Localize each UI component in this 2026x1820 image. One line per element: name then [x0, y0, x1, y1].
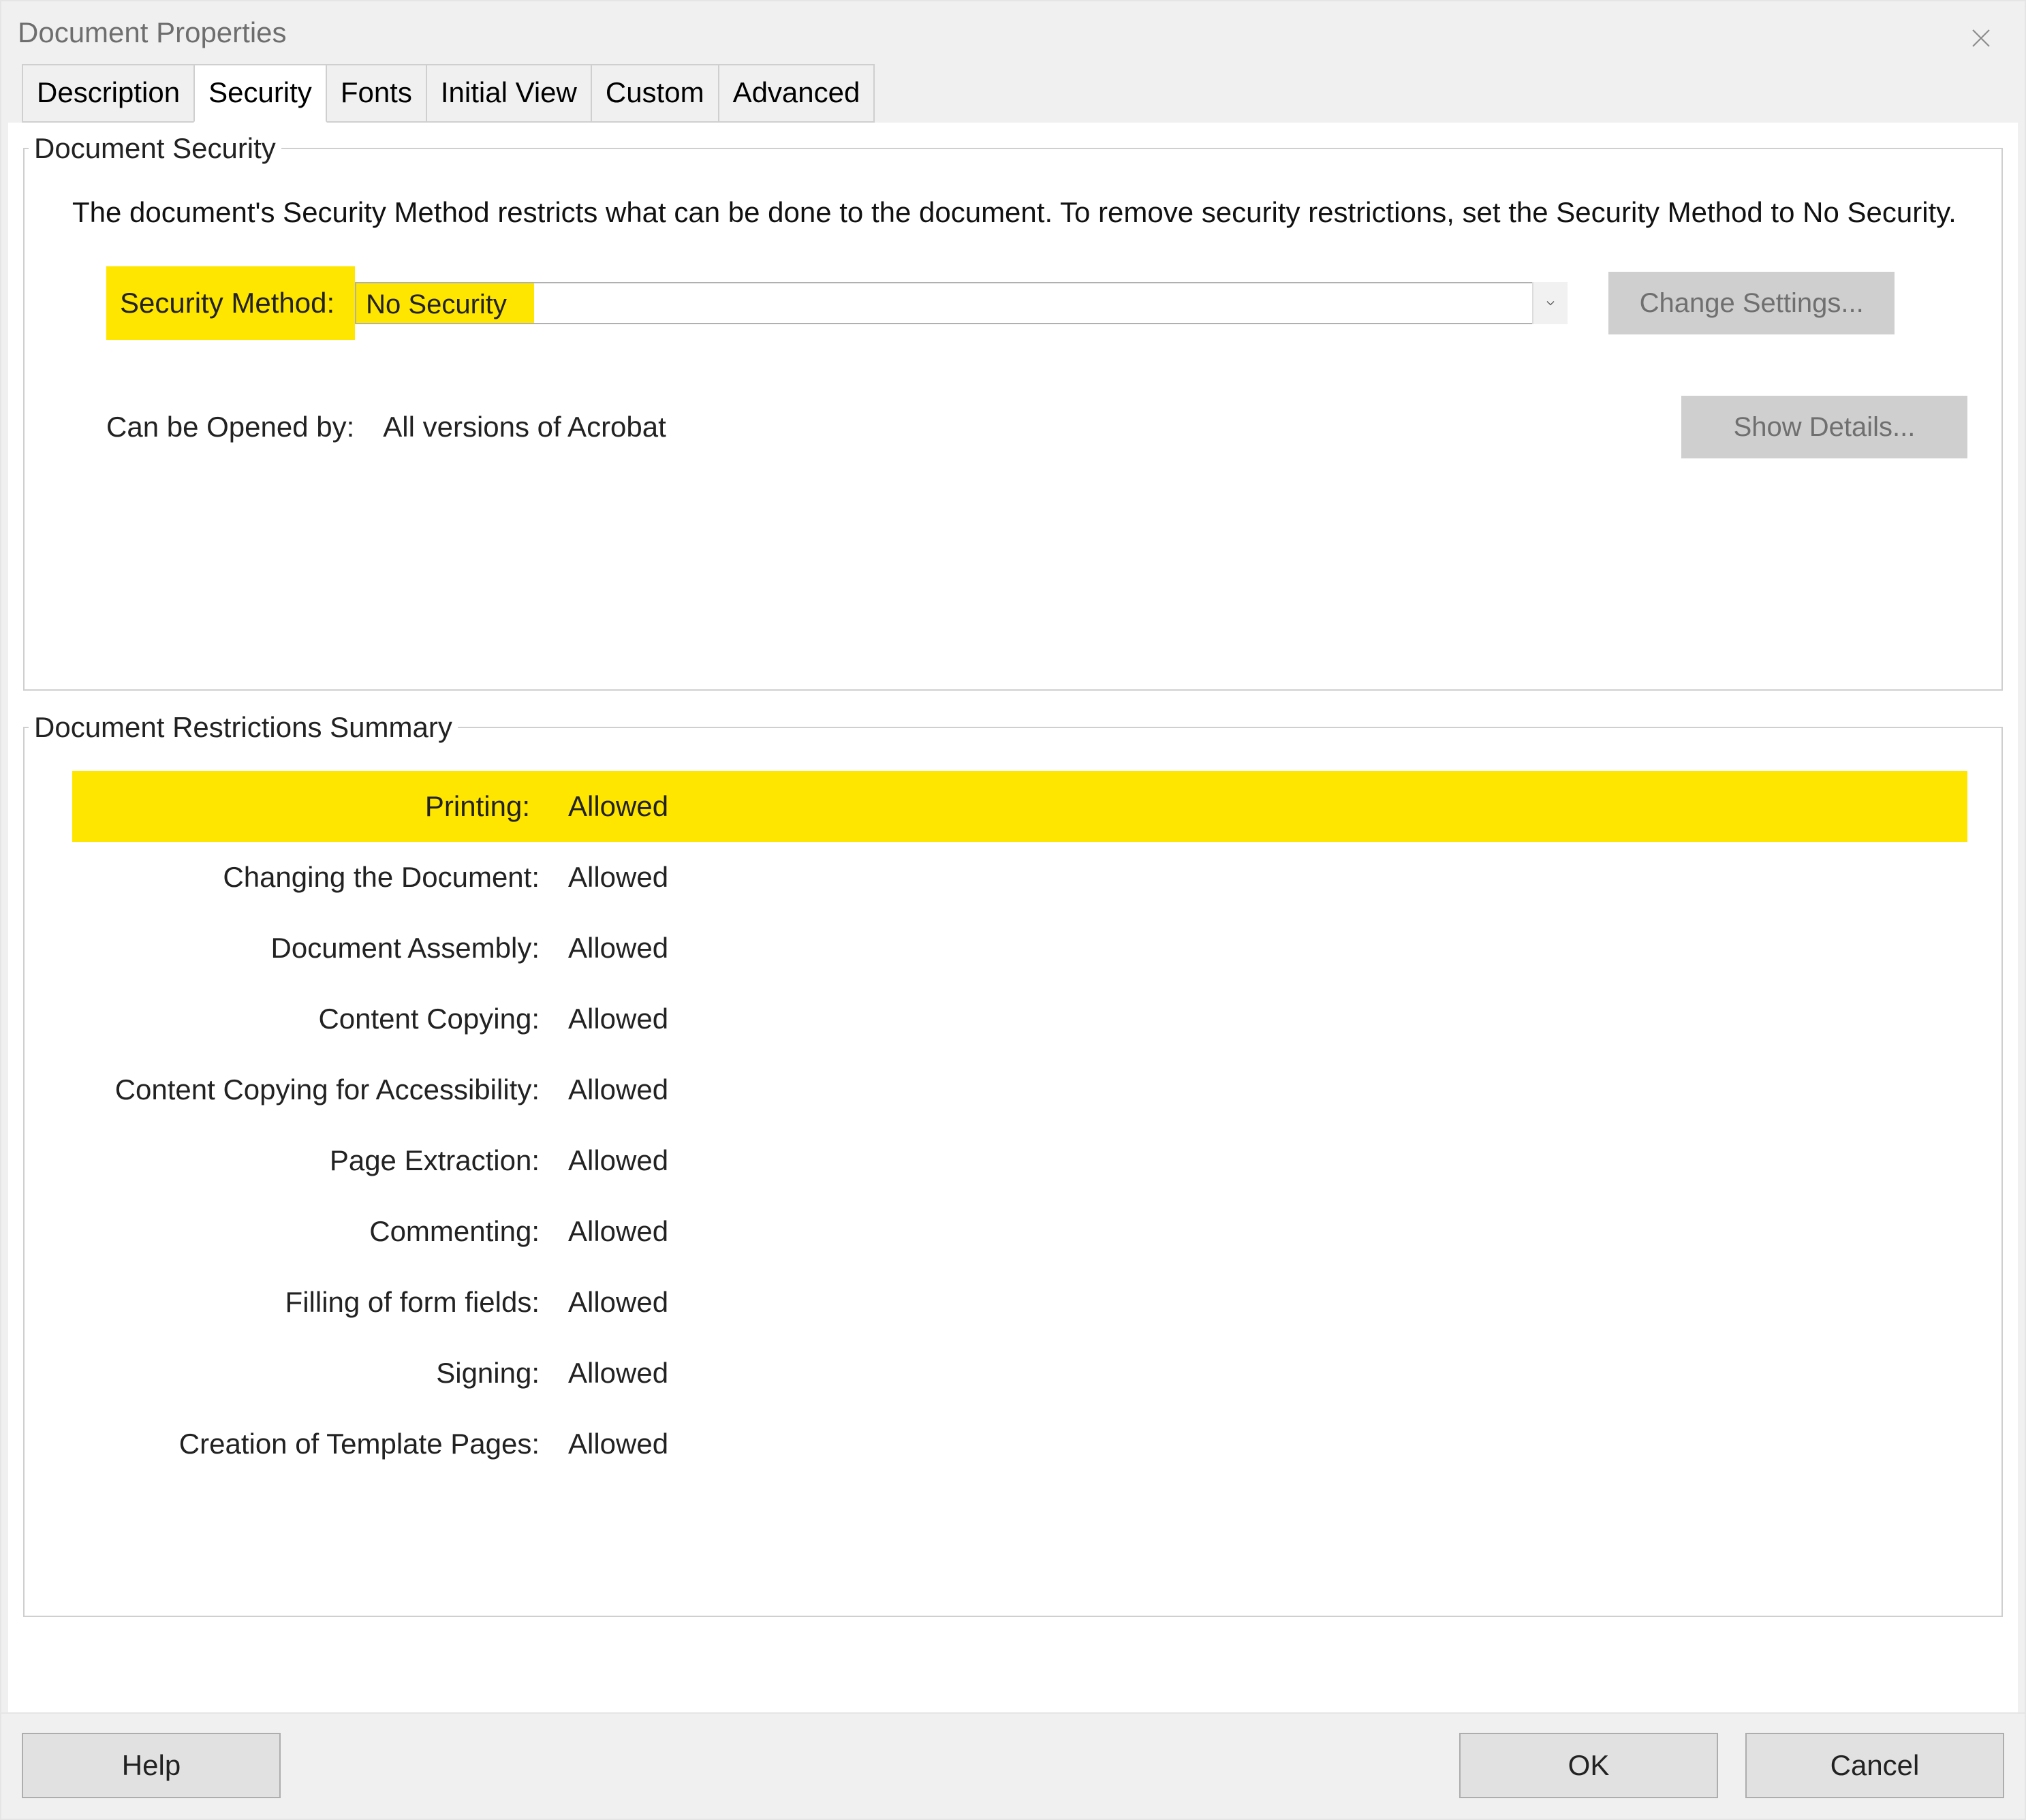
restriction-label: Creation of Template Pages: — [72, 1428, 549, 1460]
restriction-row: Filling of form fields:Allowed — [72, 1267, 1967, 1338]
restriction-value: Allowed — [549, 1286, 668, 1319]
restrictions-summary-legend: Document Restrictions Summary — [29, 711, 458, 744]
restriction-label: Printing: — [72, 778, 549, 835]
restriction-value: Allowed — [549, 1073, 668, 1106]
close-icon — [1969, 26, 1993, 50]
restriction-label: Filling of form fields: — [72, 1286, 549, 1319]
restriction-row: Commenting:Allowed — [72, 1196, 1967, 1267]
security-method-select[interactable]: No Security — [355, 282, 1568, 324]
ok-button[interactable]: OK — [1459, 1733, 1718, 1798]
close-button[interactable] — [1965, 22, 1997, 54]
restrictions-summary-group: Document Restrictions Summary Printing:A… — [23, 711, 2003, 1617]
dialog-footer: Help OK Cancel — [1, 1712, 2025, 1819]
restriction-value: Allowed — [549, 1357, 668, 1390]
tab-content: Document Security The document's Securit… — [8, 123, 2018, 1712]
restriction-row: Creation of Template Pages:Allowed — [72, 1409, 1967, 1479]
restriction-label: Changing the Document: — [72, 861, 549, 894]
dropdown-arrow[interactable] — [1532, 282, 1568, 324]
restriction-row: Content Copying:Allowed — [72, 984, 1967, 1054]
window-title: Document Properties — [18, 16, 287, 49]
restriction-value: Allowed — [549, 1003, 668, 1035]
chevron-down-icon — [1544, 296, 1557, 310]
tab-security[interactable]: Security — [193, 64, 327, 123]
restriction-label: Content Copying for Accessibility: — [72, 1073, 549, 1106]
tab-description[interactable]: Description — [22, 64, 195, 123]
restriction-value: Allowed — [549, 1428, 668, 1460]
security-method-label-highlight: Security Method: — [106, 266, 355, 340]
security-method-label: Security Method: — [120, 287, 334, 319]
opened-by-value: All versions of Acrobat — [383, 411, 666, 443]
security-method-value: No Security — [356, 283, 534, 323]
tab-initial-view[interactable]: Initial View — [426, 64, 592, 123]
restriction-label: Document Assembly: — [72, 932, 549, 964]
cancel-button[interactable]: Cancel — [1745, 1733, 2004, 1798]
restriction-label: Commenting: — [72, 1215, 549, 1248]
change-settings-button[interactable]: Change Settings... — [1608, 272, 1895, 334]
restriction-label: Signing: — [72, 1357, 549, 1390]
security-intro-text: The document's Security Method restricts… — [72, 191, 1967, 234]
restriction-row: Changing the Document:Allowed — [72, 842, 1967, 913]
tab-custom[interactable]: Custom — [591, 64, 719, 123]
restriction-row: Signing:Allowed — [72, 1338, 1967, 1409]
restriction-row: Page Extraction:Allowed — [72, 1125, 1967, 1196]
tab-fonts[interactable]: Fonts — [326, 64, 427, 123]
restriction-row: Document Assembly:Allowed — [72, 913, 1967, 984]
tab-strip: DescriptionSecurityFontsInitial ViewCust… — [1, 64, 2025, 123]
restriction-value: Allowed — [549, 1215, 668, 1248]
restriction-label: Page Extraction: — [72, 1144, 549, 1177]
restriction-row: Printing:Allowed — [72, 771, 1967, 842]
restriction-value: Allowed — [549, 861, 668, 894]
document-security-group: Document Security The document's Securit… — [23, 132, 2003, 691]
help-button[interactable]: Help — [22, 1733, 281, 1798]
restriction-value: Allowed — [549, 932, 668, 964]
opened-by-label: Can be Opened by: — [106, 411, 354, 443]
document-properties-dialog: Document Properties DescriptionSecurityF… — [0, 0, 2026, 1820]
titlebar: Document Properties — [1, 1, 2025, 64]
restriction-label: Content Copying: — [72, 1003, 549, 1035]
document-security-legend: Document Security — [29, 132, 281, 165]
restriction-value: Allowed — [549, 778, 709, 835]
show-details-button[interactable]: Show Details... — [1681, 396, 1967, 458]
tab-advanced[interactable]: Advanced — [718, 64, 875, 123]
restriction-row: Content Copying for Accessibility:Allowe… — [72, 1054, 1967, 1125]
restriction-value: Allowed — [549, 1144, 668, 1177]
